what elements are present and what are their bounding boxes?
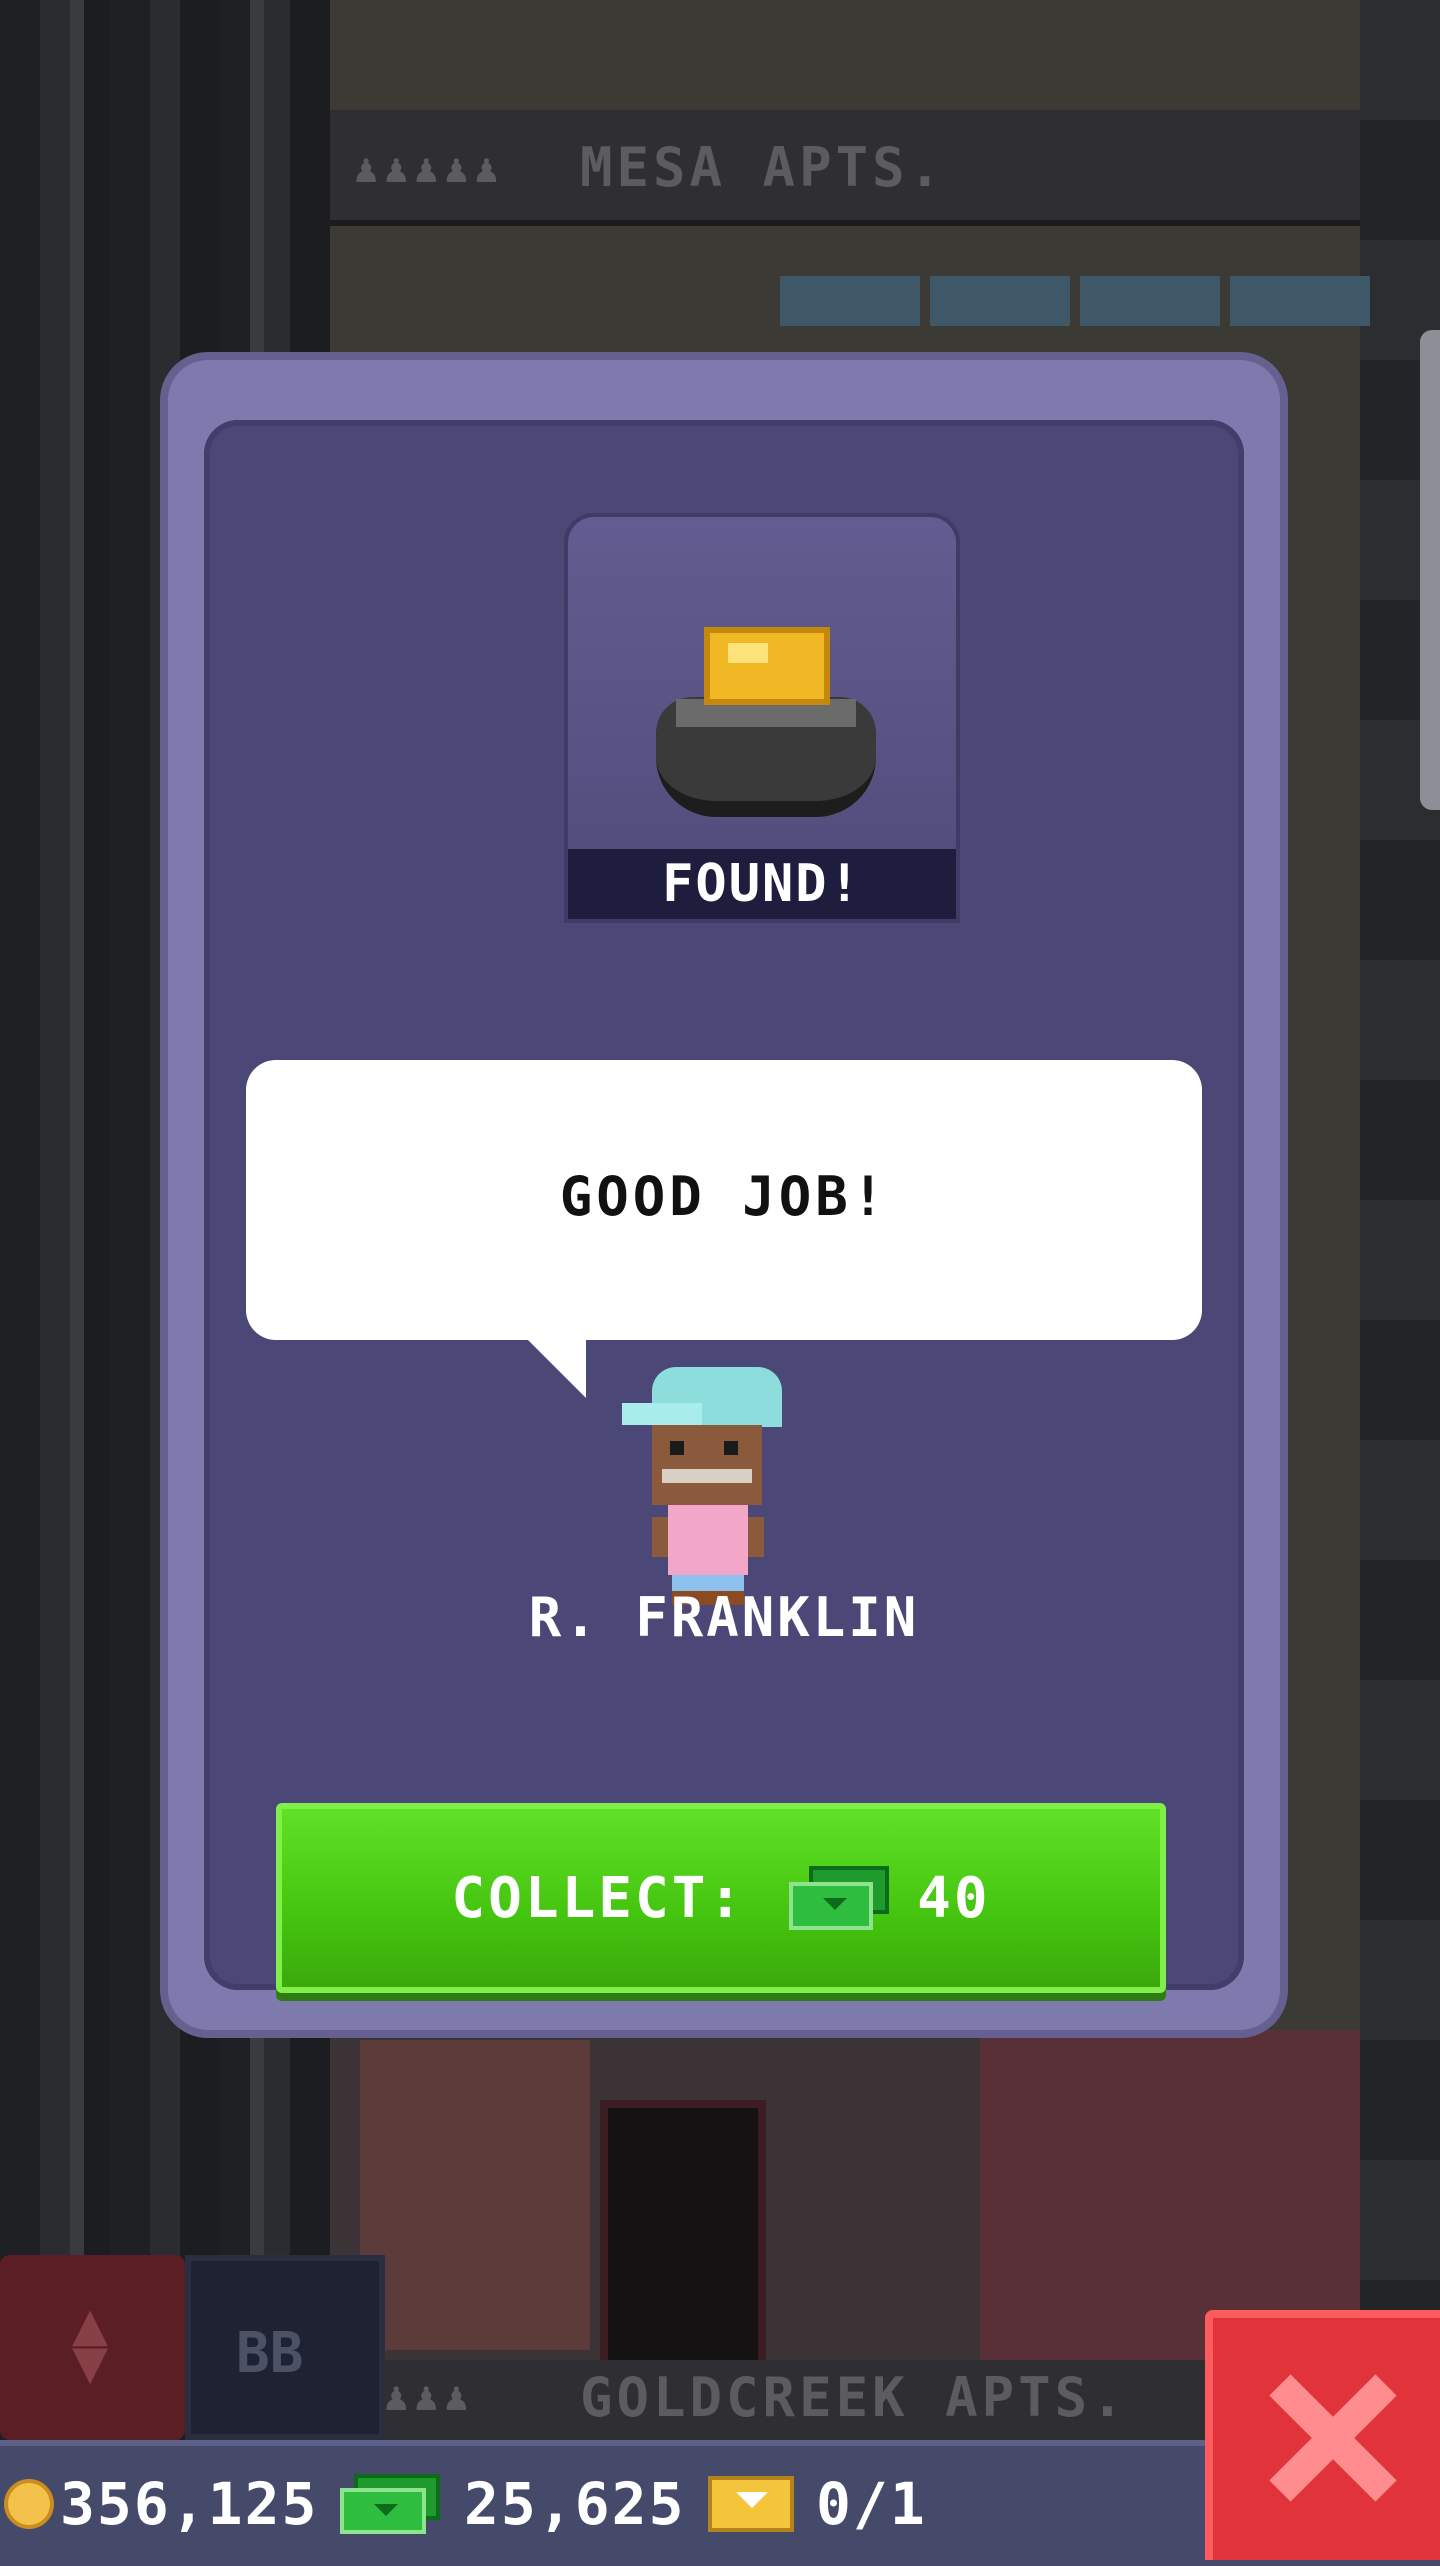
collect-button[interactable]: COLLECT: 40 xyxy=(276,1803,1166,1993)
character-avatar xyxy=(622,1367,782,1607)
coins-value: 356,125 xyxy=(60,2470,319,2538)
apartment-door xyxy=(600,2100,766,2396)
floor-name: MESA APTS. xyxy=(580,136,946,199)
floor-sign-mesa: ♟♟♟♟♟ MESA APTS. xyxy=(330,110,1360,226)
bb-label: BB xyxy=(236,2321,304,2386)
tickets-counter[interactable]: 0/1 xyxy=(708,2470,927,2538)
floor-top xyxy=(330,0,1360,110)
pot-of-gold-icon xyxy=(656,627,876,827)
found-item-dialog: FOUND! GOOD JOB! R. FRANKLIN COLLECT: 40 xyxy=(168,360,1280,2030)
elevator-button[interactable]: ▲ ▼ xyxy=(0,2255,185,2440)
item-frame: FOUND! xyxy=(564,513,960,923)
dialog-panel: FOUND! GOOD JOB! R. FRANKLIN COLLECT: 40 xyxy=(204,420,1244,1993)
tickets-value: 0/1 xyxy=(816,2470,927,2538)
close-icon xyxy=(1268,2373,1398,2503)
floor-goldcreek xyxy=(330,2030,1360,2396)
cap-icon xyxy=(622,1367,782,1427)
speech-bubble: GOOD JOB! xyxy=(246,1060,1202,1398)
collect-label: COLLECT: xyxy=(451,1865,746,1931)
speech-text: GOOD JOB! xyxy=(559,1165,889,1228)
collect-amount: 40 xyxy=(917,1865,991,1931)
window xyxy=(930,276,1070,326)
character-name: R. FRANKLIN xyxy=(528,1586,920,1649)
side-scroll-tab[interactable] xyxy=(1420,330,1440,810)
window xyxy=(1080,276,1220,326)
bux-icon xyxy=(789,1866,890,1930)
bux-counter[interactable]: 25,625 xyxy=(340,2470,686,2538)
coin-icon xyxy=(4,2479,54,2529)
wall-art xyxy=(360,2040,590,2350)
speech-bubble-tail xyxy=(526,1338,586,1398)
window xyxy=(1230,276,1370,326)
shaft-rail xyxy=(70,0,84,2440)
window xyxy=(780,276,920,326)
golden-ticket-icon xyxy=(708,2476,794,2532)
bb-button[interactable]: BB xyxy=(185,2255,385,2440)
coins-counter[interactable]: 356,125 xyxy=(4,2470,318,2538)
close-button[interactable] xyxy=(1205,2310,1440,2560)
bux-value: 25,625 xyxy=(464,2470,686,2538)
up-down-arrows-icon: ▲ ▼ xyxy=(71,2289,109,2397)
floor-residents-icon: ♟♟♟♟♟ xyxy=(354,146,505,192)
floor-name: GOLDCREEK APTS. xyxy=(580,2366,1128,2429)
found-label: FOUND! xyxy=(568,849,956,919)
bux-icon xyxy=(340,2474,440,2534)
